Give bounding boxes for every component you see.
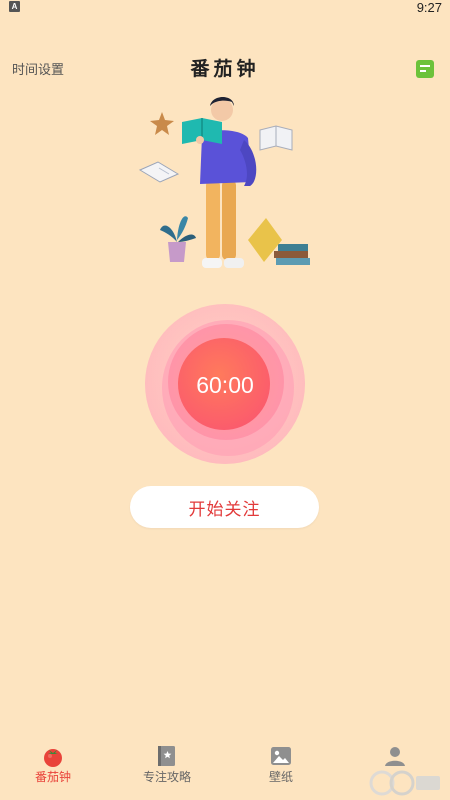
tab-label: 壁纸 [268,770,293,784]
tab-focus-guide[interactable]: 专注攻略 [122,738,212,800]
tomato-icon [44,749,62,767]
image-icon [271,747,291,765]
tab-label: 专注攻略 [142,770,191,784]
status-bar: A 9:27 [0,0,450,15]
status-indicator: A [9,1,20,12]
star-icon [150,112,174,135]
timer-display[interactable]: 60:00 [142,302,308,468]
status-time: 9:27 [416,0,442,15]
person-icon [182,97,257,268]
watermark-logo-icon [369,770,440,796]
open-book-icon [138,161,180,183]
timer-dial: 60:00 [142,302,308,468]
open-book-icon [259,125,293,151]
header: 时间设置 番茄钟 [0,48,450,88]
book-icon [158,746,175,766]
book-stack-icon [248,218,310,265]
start-focus-button[interactable]: 开始关注 [130,486,319,528]
reading-person-illustration [138,97,310,268]
user-icon [385,747,405,766]
list-icon[interactable] [416,60,434,78]
tab-label: 番茄钟 [34,770,71,784]
tab-wallpaper[interactable]: 壁纸 [236,738,326,800]
plant-icon [160,216,196,262]
tab-pomodoro[interactable]: 番茄钟 [8,738,98,800]
page-title: 番茄钟 [190,58,260,80]
